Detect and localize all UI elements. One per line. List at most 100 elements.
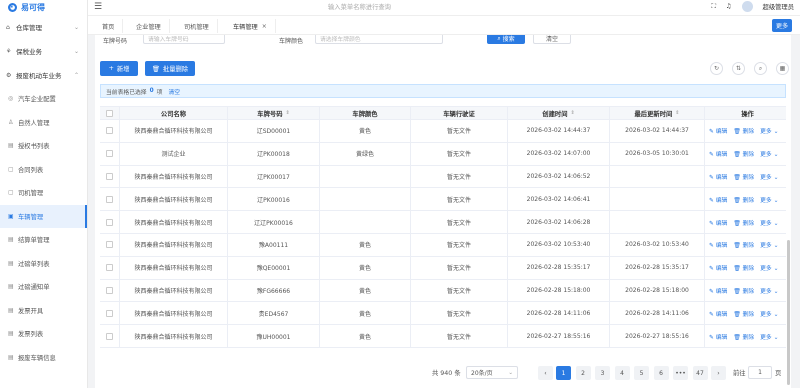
tab-company[interactable]: 企业管理 bbox=[128, 19, 170, 33]
more-button[interactable]: 更多 ⌄ bbox=[760, 332, 778, 341]
row-checkbox[interactable] bbox=[106, 150, 113, 158]
more-pages-button[interactable]: ••• bbox=[673, 366, 688, 380]
table-row[interactable]: 陕西秦鼎合循环科技有限公司 豫UH00001 黄色 暂无文件 2026-02-27 18… bbox=[100, 325, 786, 348]
delete-button[interactable]: 🗑 删除 bbox=[733, 172, 754, 181]
delete-button[interactable]: 🗑 删除 bbox=[733, 126, 754, 135]
prev-page-button[interactable]: ‹ bbox=[538, 366, 553, 380]
more-button[interactable]: 更多 ⌄ bbox=[760, 195, 778, 204]
more-button[interactable]: 更多 ⌄ bbox=[760, 309, 778, 318]
edit-button[interactable]: ✎ 编辑 bbox=[709, 195, 727, 204]
density-icon[interactable]: ⇅ bbox=[732, 62, 745, 75]
table-row[interactable]: 陕西秦鼎合循环科技有限公司 豫A00111 黄色 暂无文件 2026-03-02 10:… bbox=[100, 233, 786, 257]
sidebar-item-natural-person[interactable]: ♙ 自然人管理 bbox=[0, 111, 87, 135]
delete-button[interactable]: 🗑 删除 bbox=[733, 263, 754, 272]
edit-button[interactable]: ✎ 编辑 bbox=[709, 263, 727, 272]
table-row[interactable]: 测试企业 辽PK00018 黄绿色 暂无文件 2026-03-02 14:07:00 20… bbox=[100, 142, 786, 166]
search-button[interactable]: ⌕ 搜索 bbox=[487, 35, 525, 44]
edit-button[interactable]: ✎ 编辑 bbox=[709, 149, 727, 158]
column-plate[interactable]: 车牌号码 ⇕ bbox=[228, 107, 320, 119]
table-row[interactable]: 陕西秦鼎合循环科技有限公司 辽PK00017 暂无文件 2026-03-02 14:0… bbox=[100, 165, 786, 189]
more-button[interactable]: 更多 ⌄ bbox=[760, 126, 778, 135]
sidebar-item-car-company[interactable]: ◎ 汽车企业配置 bbox=[0, 87, 87, 111]
avatar[interactable] bbox=[741, 1, 753, 12]
row-checkbox[interactable] bbox=[106, 218, 113, 226]
row-checkbox[interactable] bbox=[106, 172, 113, 180]
delete-button[interactable]: 🗑 删除 bbox=[733, 218, 754, 227]
delete-button[interactable]: 🗑 删除 bbox=[733, 286, 754, 295]
sidebar-item-authorization[interactable]: ▤ 授权书列表 bbox=[0, 134, 87, 158]
menu-search-input[interactable]: 输入菜单名称进行查询 bbox=[328, 2, 391, 11]
table-row[interactable]: 陕西秦鼎合循环科技有限公司 豫FG66666 黄色 暂无文件 2026-02-28 15… bbox=[100, 279, 786, 303]
tab-more-button[interactable]: 更多 bbox=[772, 19, 792, 32]
row-checkbox[interactable] bbox=[106, 332, 113, 340]
column-created[interactable]: 创建时间 ⇕ bbox=[508, 107, 610, 119]
columns-icon[interactable]: ▦ bbox=[776, 62, 789, 75]
plate-color-select[interactable]: 请选择车牌颜色 bbox=[315, 35, 443, 44]
page-button[interactable]: 1 bbox=[556, 366, 571, 380]
row-checkbox[interactable] bbox=[106, 241, 113, 249]
page-button[interactable]: 4 bbox=[614, 366, 630, 380]
more-button[interactable]: 更多 ⌄ bbox=[760, 263, 778, 272]
page-button[interactable]: 47 bbox=[692, 366, 708, 380]
page-button[interactable]: 5 bbox=[634, 366, 649, 380]
next-page-button[interactable]: › bbox=[711, 366, 726, 380]
page-button[interactable]: 2 bbox=[575, 366, 591, 380]
edit-button[interactable]: ✎ 编辑 bbox=[709, 286, 727, 295]
delete-button[interactable]: 🗑 删除 bbox=[733, 332, 754, 341]
close-icon[interactable]: × bbox=[262, 23, 267, 30]
more-button[interactable]: 更多 ⌄ bbox=[760, 240, 778, 249]
tab-drivers[interactable]: 司机管理 bbox=[176, 19, 218, 33]
logo[interactable]: ◕ 易可得 bbox=[0, 0, 87, 15]
edit-button[interactable]: ✎ 编辑 bbox=[709, 218, 727, 227]
fullscreen-icon[interactable]: ⛶ bbox=[711, 3, 715, 11]
edit-button[interactable]: ✎ 编辑 bbox=[709, 126, 727, 135]
goto-page-input[interactable]: 1 bbox=[748, 366, 772, 379]
sidebar-item-settlement[interactable]: ▤ 结算单管理 bbox=[0, 228, 87, 252]
column-updated[interactable]: 最后更新时间 ⇕ bbox=[610, 107, 705, 119]
sidebar-item-vehicles[interactable]: ▣ 车辆管理 bbox=[0, 204, 87, 228]
more-button[interactable]: 更多 ⌄ bbox=[760, 218, 778, 227]
more-button[interactable]: 更多 ⌄ bbox=[760, 172, 778, 181]
sidebar-group-scrap-vehicle[interactable]: ⚙ 报废机动车业务 ⌃ bbox=[0, 63, 87, 87]
edit-button[interactable]: ✎ 编辑 bbox=[709, 309, 727, 318]
plate-input[interactable]: 请输入车牌号码 bbox=[143, 35, 225, 44]
more-button[interactable]: 更多 ⌄ bbox=[760, 149, 778, 158]
tab-home[interactable]: 首页 bbox=[94, 19, 124, 33]
vertical-scrollbar[interactable] bbox=[787, 240, 790, 385]
table-row[interactable]: 陕西秦鼎合循环科技有限公司 辽辽PK00016 暂无文件 2026-03-02 14:… bbox=[100, 211, 786, 234]
search-toggle-icon[interactable]: ⌕ bbox=[754, 62, 767, 75]
user-name[interactable]: 超级管理员 bbox=[763, 2, 794, 11]
edit-button[interactable]: ✎ 编辑 bbox=[709, 240, 727, 249]
clear-selection-link[interactable]: 清空 bbox=[168, 87, 180, 96]
table-row[interactable]: 陕西秦鼎合循环科技有限公司 辽PK00016 暂无文件 2026-03-02 14:0… bbox=[100, 188, 786, 212]
row-checkbox[interactable] bbox=[106, 309, 113, 317]
edit-button[interactable]: ✎ 编辑 bbox=[709, 332, 727, 341]
table-row[interactable]: 陕西秦鼎合循环科技有限公司 豫QE00001 黄色 暂无文件 2026-02-28 15… bbox=[100, 256, 786, 280]
hamburger-icon[interactable]: ☰ bbox=[94, 2, 102, 12]
sidebar-group-bonded[interactable]: ⚘ 保税业务 ⌄ bbox=[0, 39, 87, 63]
table-row[interactable]: 陕西秦鼎合循环科技有限公司 贵ED4567 黄色 暂无文件 2026-02-28 14:… bbox=[100, 302, 786, 326]
notification-icon[interactable]: ♫ bbox=[726, 3, 732, 10]
page-button[interactable]: 3 bbox=[595, 366, 610, 380]
row-checkbox[interactable] bbox=[106, 195, 113, 203]
row-checkbox[interactable] bbox=[106, 264, 113, 272]
sidebar-item-contracts[interactable]: ▢ 合同列表 bbox=[0, 158, 87, 182]
sidebar-group-warehouse[interactable]: ⌂ 仓库管理 ⌄ bbox=[0, 15, 87, 39]
sidebar-item-invoice-list[interactable]: ▤ 发票列表 bbox=[0, 322, 87, 346]
refresh-icon[interactable]: ↻ bbox=[710, 62, 723, 75]
table-row[interactable]: 陕西秦鼎合循环科技有限公司 辽SD00001 黄色 暂无文件 2026-03-02 14… bbox=[100, 120, 786, 143]
tab-vehicles[interactable]: 车辆管理 × bbox=[225, 19, 276, 33]
sidebar-item-weighing-list[interactable]: ▤ 过磅单列表 bbox=[0, 252, 87, 276]
page-size-select[interactable]: 20条/页 ⌄ bbox=[466, 366, 518, 379]
delete-button[interactable]: 🗑 删除 bbox=[733, 149, 754, 158]
reset-button[interactable]: 清空 bbox=[533, 35, 571, 44]
more-button[interactable]: 更多 ⌄ bbox=[760, 286, 778, 295]
page-button[interactable]: 6 bbox=[653, 366, 669, 380]
batch-delete-button[interactable]: 🗑 批量删除 bbox=[145, 61, 195, 76]
add-button[interactable]: + 新增 bbox=[100, 61, 138, 76]
edit-button[interactable]: ✎ 编辑 bbox=[709, 172, 727, 181]
row-checkbox[interactable] bbox=[106, 127, 113, 135]
delete-button[interactable]: 🗑 删除 bbox=[733, 240, 754, 249]
sidebar-item-invoice-issue[interactable]: ▤ 发票开具 bbox=[0, 299, 87, 323]
row-checkbox[interactable] bbox=[106, 286, 113, 294]
